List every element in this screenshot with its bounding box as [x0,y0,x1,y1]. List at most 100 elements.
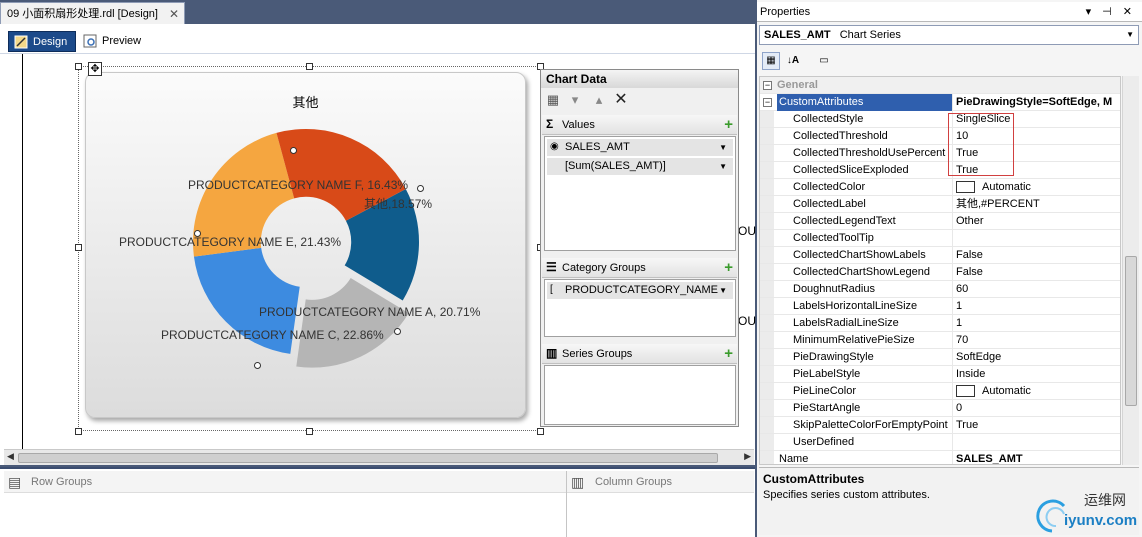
scroll-right-icon[interactable]: ▶ [744,451,751,462]
tab-design[interactable]: Design [8,31,77,52]
values-item[interactable]: [Sum(SALES_AMT)] ▼ [547,158,733,175]
property-row-labelsradiallinesize[interactable]: LabelsRadialLineSize 1 [760,315,1120,332]
properties-title-bar: Properties ▾ ⊣ ✕ [757,2,1142,22]
object-selector[interactable]: SALES_AMT Chart Series ▼ [759,25,1139,45]
values-item[interactable]: ◉ SALES_AMT ▼ [547,139,733,156]
resize-handle[interactable] [537,428,544,435]
resize-handle[interactable] [75,428,82,435]
property-row-collectedcolor[interactable]: CollectedColor Automatic [760,179,1120,196]
horizontal-scrollbar[interactable]: ◀ ▶ [4,449,754,465]
delete-icon[interactable]: ✕ [613,92,629,108]
property-name: PieLabelStyle [793,368,861,380]
move-down-icon[interactable]: ▾ [567,92,583,108]
property-name: SkipPaletteColorForEmptyPoint [793,419,948,431]
resize-handle[interactable] [306,428,313,435]
property-value[interactable] [952,230,1120,247]
property-name: CustomAttributes [777,94,952,111]
property-name: CollectedColor [793,181,866,193]
property-value[interactable]: True [952,417,1120,434]
property-name: CollectedLabel [793,198,866,210]
property-row-collectedthreshold[interactable]: CollectedThreshold 10 [760,128,1120,145]
property-row-name[interactable]: Name SALES_AMT [760,451,1120,465]
add-value-icon[interactable]: + [724,116,733,133]
collapse-icon[interactable]: − [763,98,772,107]
chevron-down-icon[interactable]: ▼ [719,282,727,299]
alphabetical-icon[interactable]: ↓A [784,52,802,70]
vertical-scrollbar[interactable] [1122,76,1139,465]
property-row-pielabelstyle[interactable]: PieLabelStyle Inside [760,366,1120,383]
property-row-userdefined[interactable]: UserDefined [760,434,1120,451]
property-row-collectedchartshowlegend[interactable]: CollectedChartShowLegend False [760,264,1120,281]
property-value-text: Inside [956,368,986,380]
column-groups-icon: ▥ [571,474,585,490]
property-row-collectedsliceexploded[interactable]: CollectedSliceExploded True [760,162,1120,179]
property-value[interactable]: False [952,264,1120,281]
property-name: CollectedToolTip [793,232,874,244]
color-swatch [956,181,975,194]
property-value[interactable]: Automatic [952,383,1120,400]
property-value[interactable]: SALES_AMT [952,451,1120,465]
document-tab[interactable]: 09 小面积扇形处理.rdl [Design] ✕ [0,2,185,24]
property-value[interactable]: 1 [952,315,1120,332]
resize-handle[interactable] [75,63,82,70]
close-icon[interactable]: ✕ [169,3,179,25]
resize-handle[interactable] [306,63,313,70]
add-category-icon[interactable]: + [724,259,733,276]
resize-handle[interactable] [75,244,82,251]
add-series-icon[interactable]: + [724,345,733,362]
property-value-text: True [956,419,979,431]
values-header: Σ Values + [542,115,737,135]
chevron-down-icon[interactable]: ▼ [719,139,727,156]
category-row[interactable]: − General [760,77,1120,94]
property-row-customattributes[interactable]: − CustomAttributes PieDrawingStyle=SoftEdg… [760,94,1120,111]
property-value[interactable]: False [952,247,1120,264]
property-row-piestartangle[interactable]: PieStartAngle 0 [760,400,1120,417]
move-icon[interactable]: ✥ [88,62,102,76]
move-up-icon[interactable]: ▴ [591,92,607,108]
property-row-collectedchartshowlabels[interactable]: CollectedChartShowLabels False [760,247,1120,264]
property-value[interactable]: 60 [952,281,1120,298]
property-row-collectedtooltip[interactable]: CollectedToolTip [760,230,1120,247]
window-controls[interactable]: ▾ ⊣ ✕ [1086,2,1136,22]
grouping-header: ▤ Row Groups ▥ Column Groups [4,471,754,493]
property-name: CollectedSliceExploded [793,164,909,176]
property-value[interactable]: Inside [952,366,1120,383]
collapse-icon[interactable]: − [763,81,772,90]
property-row-skippalettecolorforemptypoint[interactable]: SkipPaletteColorForEmptyPoint True [760,417,1120,434]
property-row-collectedlegendtext[interactable]: CollectedLegendText Other [760,213,1120,230]
values-list: ◉ SALES_AMT ▼ [Sum(SALES_AMT)] ▼ [544,136,736,251]
property-value[interactable]: 1 [952,298,1120,315]
categorized-icon[interactable]: ▦ [762,52,780,70]
property-value-text: SALES_AMT [956,453,1023,465]
property-value[interactable]: Automatic [952,179,1120,196]
category-item[interactable]: [ PRODUCTCATEGORY_NAME ▼ [547,282,733,299]
chevron-down-icon[interactable]: ▼ [1126,26,1134,44]
chevron-down-icon[interactable]: ▼ [719,158,727,175]
property-value[interactable]: SoftEdge [952,349,1120,366]
scroll-left-icon[interactable]: ◀ [7,451,14,462]
property-name: DoughnutRadius [793,283,875,295]
property-value[interactable]: 其他,#PERCENT [952,196,1120,213]
property-value[interactable] [952,434,1120,451]
property-row-collectedlabel[interactable]: CollectedLabel 其他,#PERCENT [760,196,1120,213]
property-row-pielinecolor[interactable]: PieLineColor Automatic [760,383,1120,400]
property-value-text: False [956,249,983,261]
property-value[interactable]: 0 [952,400,1120,417]
tab-preview[interactable]: Preview [78,31,149,52]
property-value[interactable]: PieDrawingStyle=SoftEdge, M [952,94,1120,111]
property-value[interactable]: Other [952,213,1120,230]
property-row-minimumrelativepiesize[interactable]: MinimumRelativePieSize 70 [760,332,1120,349]
property-row-collectedthresholdusepercent[interactable]: CollectedThresholdUsePercent True [760,145,1120,162]
property-name: MinimumRelativePieSize [793,334,915,346]
property-row-piedrawingstyle[interactable]: PieDrawingStyle SoftEdge [760,349,1120,366]
property-pages-icon[interactable]: ▭ [815,52,833,70]
watermark-url: iyunv.com [1064,512,1138,529]
properties-icon[interactable]: ▦ [545,92,561,108]
property-row-collectedstyle[interactable]: CollectedStyle SingleSlice [760,111,1120,128]
scroll-thumb[interactable] [18,453,718,463]
property-name: CollectedLegendText [793,215,896,227]
property-value[interactable]: 70 [952,332,1120,349]
property-row-doughnutradius[interactable]: DoughnutRadius 60 [760,281,1120,298]
scroll-thumb[interactable] [1125,256,1137,406]
property-row-labelshorizontallinesize[interactable]: LabelsHorizontalLineSize 1 [760,298,1120,315]
